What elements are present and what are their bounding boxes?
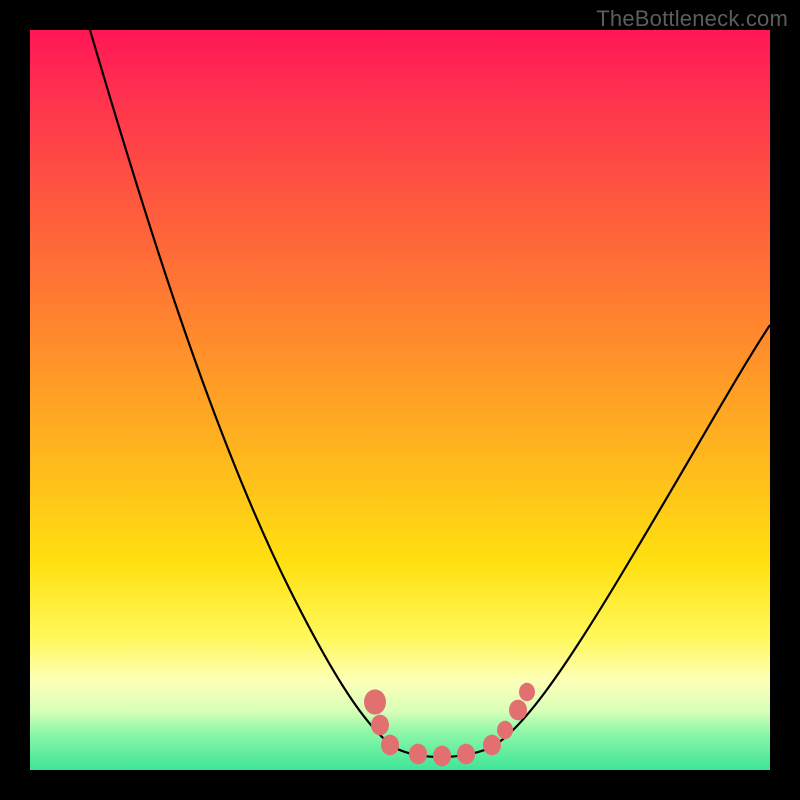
curve-marker	[371, 715, 389, 736]
curve-marker	[509, 700, 527, 721]
curve-marker	[519, 683, 535, 701]
curve-marker	[381, 735, 399, 756]
curve-marker	[483, 735, 501, 756]
chart-svg	[30, 30, 770, 770]
curve-marker	[409, 744, 427, 765]
marker-group	[364, 683, 535, 767]
curve-marker	[497, 721, 513, 739]
curve-marker	[457, 744, 475, 765]
watermark-text: TheBottleneck.com	[596, 6, 788, 32]
bottleneck-curve	[90, 30, 770, 757]
plot-gradient-area	[30, 30, 770, 770]
outer-black-frame: TheBottleneck.com	[0, 0, 800, 800]
curve-marker	[364, 689, 386, 714]
curve-marker	[433, 746, 451, 767]
